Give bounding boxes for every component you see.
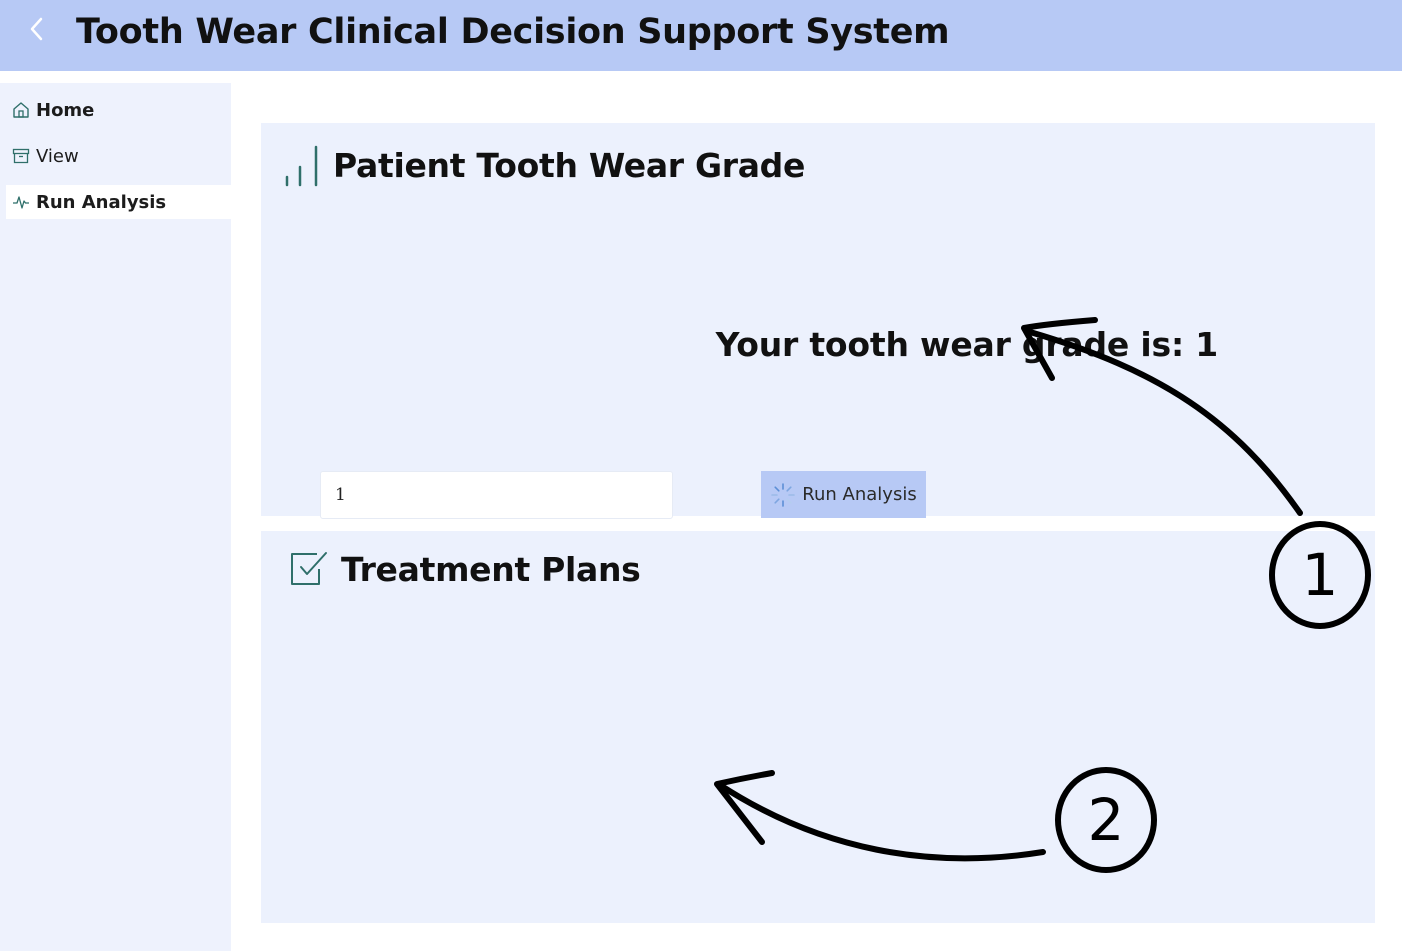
- loading-spinner-icon: [770, 482, 796, 508]
- grade-card: Patient Tooth Wear Grade Your tooth wear…: [261, 123, 1375, 519]
- grade-card-title: Patient Tooth Wear Grade: [333, 145, 806, 185]
- run-analysis-button[interactable]: Run Analysis: [761, 471, 926, 518]
- grade-result-text: Your tooth wear grade is: 1: [715, 325, 1219, 364]
- grade-card-header: Patient Tooth Wear Grade: [283, 141, 805, 189]
- archive-box-icon: [12, 146, 32, 166]
- checkbox-checked-icon: [289, 549, 329, 589]
- bar-chart-icon: [283, 143, 321, 187]
- sidebar-item-home[interactable]: Home: [6, 93, 231, 127]
- grade-input[interactable]: [320, 471, 673, 519]
- home-icon: [12, 100, 32, 120]
- sidebar-item-label: Run Analysis: [36, 191, 167, 213]
- chevron-left-icon: [29, 16, 45, 46]
- treatment-card-title: Treatment Plans: [341, 549, 641, 589]
- sidebar-item-label: Home: [36, 99, 95, 121]
- back-button[interactable]: [22, 14, 52, 48]
- treatment-card: Treatment Plans: [261, 531, 1375, 923]
- sidebar-item-label: View: [36, 145, 79, 167]
- sidebar: Home View Run Analysis: [0, 83, 231, 951]
- app-title: Tooth Wear Clinical Decision Support Sys…: [76, 12, 950, 52]
- activity-pulse-icon: [12, 192, 32, 212]
- treatment-card-header: Treatment Plans: [289, 545, 641, 593]
- top-header-bar: Tooth Wear Clinical Decision Support Sys…: [0, 0, 1402, 71]
- sidebar-item-view[interactable]: View: [6, 139, 231, 173]
- main-content: Patient Tooth Wear Grade Your tooth wear…: [231, 93, 1402, 951]
- run-analysis-button-label: Run Analysis: [802, 484, 917, 505]
- sidebar-item-run-analysis[interactable]: Run Analysis: [6, 185, 231, 219]
